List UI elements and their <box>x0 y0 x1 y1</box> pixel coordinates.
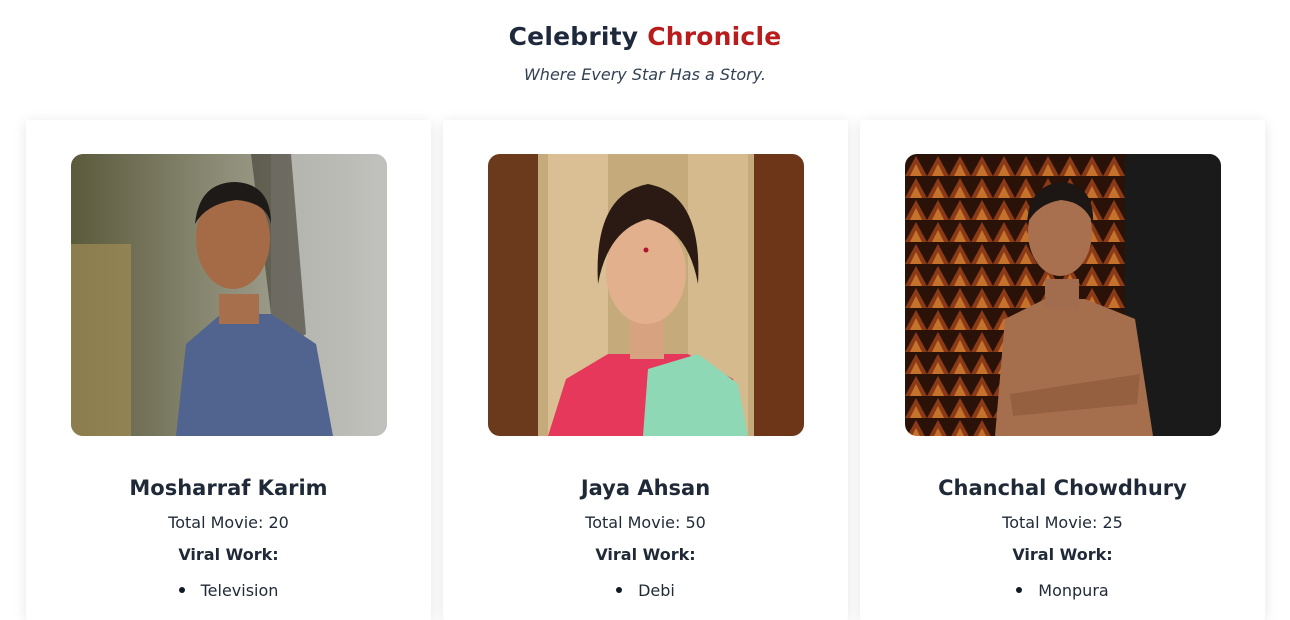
viral-work-list: Debi <box>443 578 848 600</box>
title-main: Celebrity <box>508 22 639 51</box>
page-subtitle: Where Every Star Has a Story. <box>523 65 767 84</box>
celebrity-photo <box>70 154 387 436</box>
celebrity-card: Jaya Ahsan Total Movie: 50 Viral Work: D… <box>443 120 848 620</box>
celebrity-photo <box>487 154 804 436</box>
total-movies: Total Movie: 50 <box>585 513 706 532</box>
viral-work-list: Monpura <box>860 578 1265 600</box>
viral-work-label: Viral Work: <box>595 545 696 564</box>
celebrity-name: Chanchal Chowdhury <box>938 476 1187 500</box>
celebrity-card-grid: Mosharraf Karim Total Movie: 20 Viral Wo… <box>26 120 1265 620</box>
celebrity-name: Jaya Ahsan <box>580 476 711 500</box>
page-title: Celebrity Chronicle <box>0 22 1290 51</box>
viral-work-list: Television <box>26 578 431 600</box>
total-movies: Total Movie: 20 <box>168 513 289 532</box>
celebrity-photo <box>904 154 1221 436</box>
site-header: Celebrity Chronicle Where Every Star Has… <box>0 0 1290 120</box>
viral-work-label: Viral Work: <box>1012 545 1113 564</box>
celebrity-card: Mosharraf Karim Total Movie: 20 Viral Wo… <box>26 120 431 620</box>
viral-work-label: Viral Work: <box>178 545 279 564</box>
total-movies: Total Movie: 25 <box>1002 513 1123 532</box>
celebrity-card: Chanchal Chowdhury Total Movie: 25 Viral… <box>860 120 1265 620</box>
celebrity-name: Mosharraf Karim <box>129 476 328 500</box>
title-accent: Chronicle <box>647 22 782 51</box>
